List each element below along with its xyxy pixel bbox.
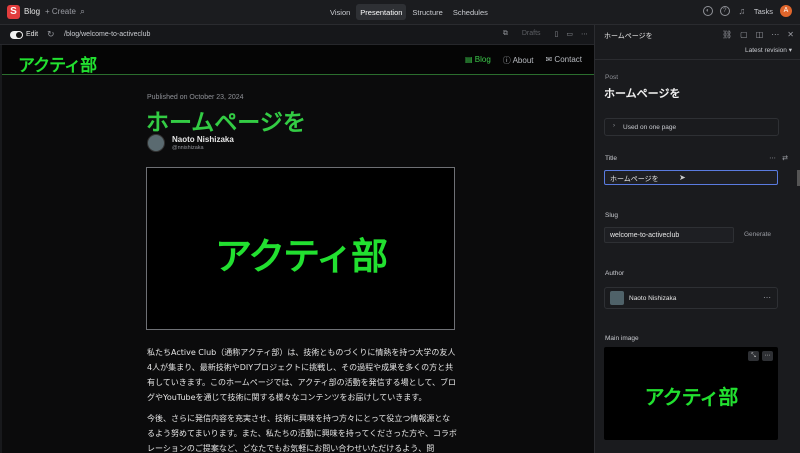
nav-blog[interactable]: ▤ Blog	[465, 55, 491, 66]
body-paragraph: 今後、さらに発信内容を充実させ、技術に興味を持つ方々にとって役立つ情報源となるよ…	[147, 414, 457, 453]
tab-schedules[interactable]: Schedules	[449, 4, 492, 20]
main-image-preview[interactable]: ⤡ ⋯ アクティ部	[604, 347, 778, 440]
title-input[interactable]: ホームページを	[604, 170, 778, 185]
mobile-view-icon[interactable]: ▯	[555, 30, 559, 38]
notifications-icon[interactable]: ♫	[737, 6, 747, 16]
author-reference[interactable]: Naoto Nishizaka ⋯	[604, 287, 778, 309]
author-handle: @nnishizaka	[172, 145, 204, 151]
divider	[595, 59, 800, 60]
main-image-logo-text: アクティ部	[644, 385, 739, 409]
author-label: Author	[605, 270, 625, 277]
author-avatar	[147, 134, 165, 152]
edit-toggle[interactable]	[10, 31, 23, 39]
desktop-view-icon[interactable]: ▭	[566, 30, 573, 38]
hero-logo-text: アクティ部	[215, 235, 388, 278]
slug-label: Slug	[605, 212, 619, 219]
create-button[interactable]: + Create	[45, 7, 76, 16]
site-logo[interactable]: アクティ部	[18, 51, 97, 76]
top-right-tools: ◐ ? ♫ Tasks A	[702, 5, 792, 17]
link-icon[interactable]: ⛓	[722, 30, 732, 39]
revision-label: Latest revision	[745, 47, 787, 54]
user-avatar[interactable]: A	[780, 5, 792, 17]
more-icon[interactable]: ⋯	[762, 351, 773, 361]
author-reference-name: Naoto Nishizaka	[629, 295, 677, 302]
nav-contact[interactable]: ✉ Contact	[545, 55, 582, 66]
published-date: Published on October 23, 2024	[147, 94, 244, 101]
author-name: Naoto Nishizaka	[172, 135, 234, 144]
generate-slug-button[interactable]: Generate	[737, 227, 778, 243]
status-icon[interactable]: ◐	[702, 6, 713, 16]
crop-icon[interactable]: ⤡	[748, 351, 759, 361]
workspace-name[interactable]: Blog	[24, 7, 40, 16]
nav-about-label: About	[512, 56, 534, 65]
used-on-toggle[interactable]: › Used on one page	[604, 118, 779, 136]
mouse-cursor-icon: ➤	[679, 173, 686, 182]
top-bar: S Blog + Create ⌕ Vision Presentation St…	[0, 0, 800, 25]
used-on-label: Used on one page	[623, 124, 677, 131]
title-label: Title	[605, 155, 618, 162]
preview-tools: ⧉ Drafts ▯ ▭ ⋯	[503, 29, 588, 38]
tab-vision[interactable]: Vision	[326, 4, 354, 20]
tasks-button[interactable]: Tasks	[754, 7, 773, 16]
studio-logo[interactable]: S	[7, 5, 20, 19]
body-paragraph: 私たちActive Club（通称アクティ部）は、技術とものづくりに情熱を持つ大…	[147, 348, 457, 402]
open-external-icon[interactable]: ⧉	[503, 30, 508, 38]
panel-actions: ⛓ ▢ ◫ ⋯ ✕	[722, 30, 794, 39]
more-icon[interactable]: ⋯	[581, 30, 588, 38]
post-title: ホームページを	[146, 110, 306, 136]
image-actions: ⤡ ⋯	[748, 351, 773, 361]
nav-about[interactable]: ⓘ About	[503, 55, 534, 66]
reload-icon[interactable]: ↻	[47, 29, 55, 40]
panel-title: ホームページを	[604, 33, 653, 40]
revision-select[interactable]: Latest revision ▾	[745, 46, 792, 54]
preview-header: Edit ↻ /blog/welcome-to-activeclub ⧉ Dra…	[0, 25, 594, 45]
sync-icon[interactable]: ⇄	[782, 154, 788, 162]
edit-label: Edit	[26, 31, 39, 38]
nav-contact-label: Contact	[554, 55, 582, 64]
tab-presentation[interactable]: Presentation	[356, 4, 407, 20]
hero-image: アクティ部	[146, 167, 455, 330]
site-preview: アクティ部 ▤ Blog ⓘ About ✉ Contact Published…	[0, 45, 594, 453]
document-type: Post	[605, 74, 619, 81]
search-icon[interactable]: ⌕	[80, 6, 85, 17]
main-tabs: Vision Presentation Structure Schedules	[326, 4, 492, 20]
site-nav: アクティ部 ▤ Blog ⓘ About ✉ Contact	[2, 45, 594, 76]
slug-input[interactable]: welcome-to-activeclub	[604, 227, 734, 243]
more-icon[interactable]: ⋯	[769, 154, 776, 162]
split-pane-icon[interactable]: ◫	[756, 30, 764, 39]
more-icon[interactable]: ⋯	[763, 293, 771, 302]
document-title: ホームページを	[604, 88, 681, 100]
document-panel: ホームページを ⛓ ▢ ◫ ⋯ ✕ Latest revision ▾ Post…	[594, 25, 800, 453]
main-image-label: Main image	[605, 335, 639, 342]
author-thumbnail	[610, 291, 624, 305]
more-icon[interactable]: ⋯	[771, 30, 779, 39]
site-nav-links: ▤ Blog ⓘ About ✉ Contact	[465, 55, 582, 66]
tab-structure[interactable]: Structure	[408, 4, 446, 20]
close-icon[interactable]: ✕	[787, 30, 794, 39]
help-icon[interactable]: ?	[719, 6, 730, 16]
drafts-select[interactable]: Drafts	[516, 29, 547, 38]
title-field-actions: ⋯ ⇄	[769, 154, 788, 162]
preview-url[interactable]: /blog/welcome-to-activeclub	[64, 31, 150, 38]
nav-blog-label: Blog	[474, 55, 491, 64]
comment-icon[interactable]: ▢	[740, 30, 748, 39]
chevron-right-icon: ›	[613, 123, 615, 129]
